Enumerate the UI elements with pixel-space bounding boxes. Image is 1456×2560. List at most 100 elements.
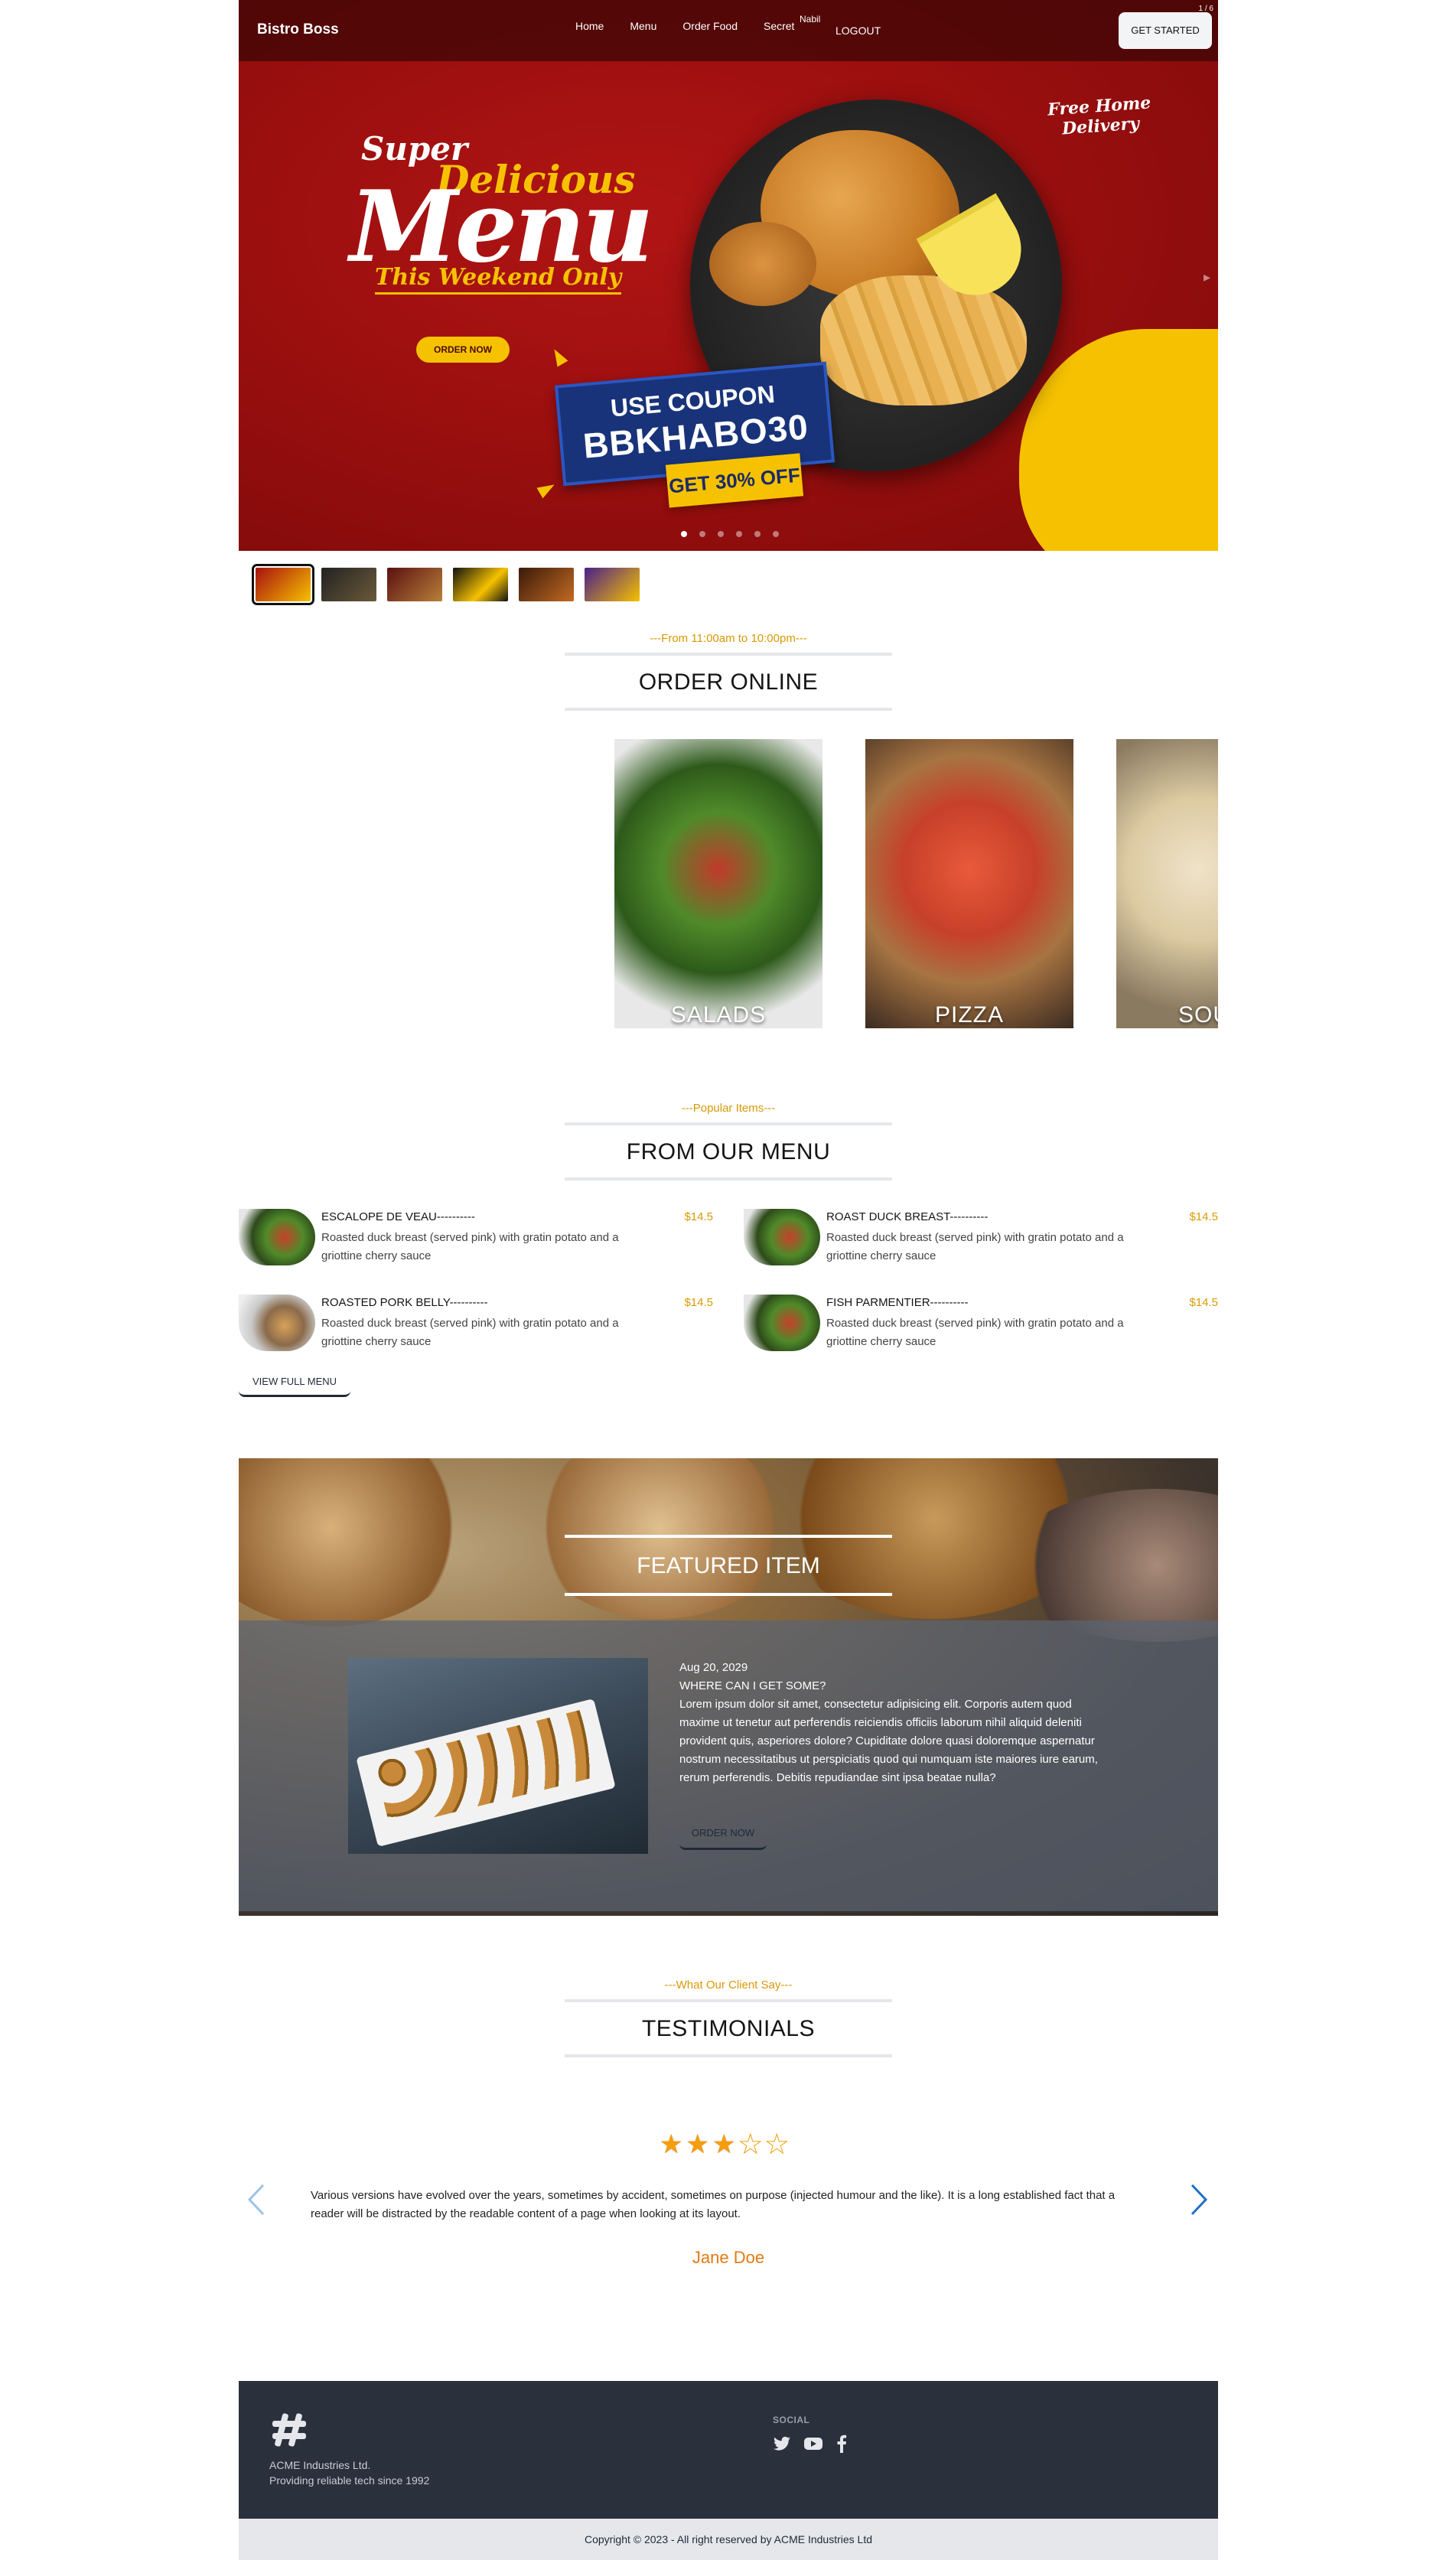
carousel-dot[interactable] (736, 531, 742, 537)
nav-link-secret[interactable]: Secret (764, 20, 794, 32)
youtube-icon[interactable] (803, 2435, 823, 2453)
hero-weekend: This Weekend Only (375, 264, 622, 295)
social-heading: SOCIAL (773, 2415, 810, 2425)
carousel-dots (681, 531, 779, 537)
carousel-dot[interactable] (681, 531, 687, 537)
featured-body: Lorem ipsum dolor sit amet, consectetur … (679, 1698, 1098, 1784)
carousel-dot[interactable] (754, 531, 761, 537)
fried-chicken-image (709, 222, 816, 306)
fries-image (820, 275, 1027, 405)
footer: ACME Industries Ltd. Providing reliable … (239, 2381, 1218, 2519)
category-card-salads[interactable]: SALADS (614, 739, 822, 1028)
chevron-right-icon[interactable] (1187, 2182, 1210, 2217)
menu-item-price: $14.5 (684, 1210, 713, 1223)
hero-order-now-button[interactable]: ORDER NOW (416, 337, 510, 363)
twitter-icon[interactable] (773, 2435, 791, 2453)
featured-item-image (348, 1658, 648, 1854)
section-title: TESTIMONIALS (641, 2016, 816, 2041)
carousel-next-icon[interactable]: ▸ (1204, 269, 1210, 285)
thumbnail[interactable] (519, 568, 574, 601)
get-started-button[interactable]: GET STARTED (1119, 12, 1212, 49)
section-subtitle: ---Popular Items--- (681, 1102, 776, 1115)
testimonial-text: Various versions have evolved over the y… (311, 2189, 1116, 2220)
hero-yellow-wave (1019, 329, 1218, 551)
page: Super Delicious Menu This Weekend Only O… (0, 0, 1456, 2560)
thumbnail[interactable] (585, 568, 640, 601)
menu-item-price: $14.5 (1189, 1210, 1218, 1223)
thumbnail[interactable] (453, 568, 508, 601)
order-online-heading: ---From 11:00am to 10:00pm--- ORDER ONLI… (565, 632, 892, 711)
hero-carousel[interactable]: Super Delicious Menu This Weekend Only O… (239, 0, 1218, 551)
category-card-soups[interactable]: SOUPS (1116, 739, 1218, 1028)
free-delivery-text: Free Home Delivery (1047, 93, 1153, 139)
section-title: ORDER ONLINE (638, 669, 819, 695)
thumbnail[interactable] (252, 564, 314, 605)
category-label: SALADS (670, 1002, 767, 1028)
section-subtitle: ---What Our Client Say--- (664, 1979, 793, 1992)
menu-heading: ---Popular Items--- FROM OUR MENU (565, 1102, 892, 1181)
divider (565, 1593, 892, 1596)
thumbnail[interactable] (321, 568, 376, 601)
brand-logo[interactable]: Bistro Boss (257, 21, 339, 38)
menu-item-image (239, 1209, 315, 1265)
company-tagline: Providing reliable tech since 1992 (269, 2474, 430, 2487)
carousel-dot[interactable] (773, 531, 779, 537)
decor-spark (549, 346, 568, 367)
star-empty-icon: ★ (738, 2130, 763, 2159)
divider (565, 2054, 892, 2057)
divider (565, 708, 892, 711)
copyright: Copyright © 2023 - All right reserved by… (239, 2519, 1218, 2560)
star-filled-icon: ★ (660, 2130, 683, 2159)
menu-item-name: ROASTED PORK BELLY---------- (321, 1296, 488, 1309)
menu-item: ROASTED PORK BELLY---------- Roasted duc… (239, 1295, 713, 1356)
featured-date: Aug 20, 2029 (679, 1661, 748, 1674)
menu-item-name: ESCALOPE DE VEAU---------- (321, 1210, 475, 1223)
menu-item-name: FISH PARMENTIER---------- (826, 1296, 969, 1309)
carousel-dot[interactable] (718, 531, 724, 537)
nav-link-order-food[interactable]: Order Food (682, 20, 738, 32)
social-icons (773, 2435, 848, 2453)
category-card-pizza[interactable]: PIZZA (865, 739, 1073, 1028)
menu-item: FISH PARMENTIER---------- Roasted duck b… (744, 1295, 1218, 1356)
menu-item: ROAST DUCK BREAST---------- Roasted duck… (744, 1209, 1218, 1270)
testimonial-author: Jane Doe (692, 2248, 765, 2267)
featured-background-image (239, 1458, 468, 1627)
carousel-thumbnails (252, 564, 640, 605)
section-title: FROM OUR MENU (626, 1139, 831, 1164)
menu-item-image (744, 1209, 820, 1265)
category-label: PIZZA (934, 1002, 1004, 1028)
view-full-menu-button[interactable]: VIEW FULL MENU (239, 1368, 350, 1397)
menu-item-image (239, 1295, 315, 1351)
section-subtitle: ---From 11:00am to 10:00pm--- (650, 632, 807, 645)
section-title: FEATURED ITEM (637, 1553, 820, 1578)
featured-order-now-button[interactable]: ORDER NOW (679, 1818, 767, 1850)
star-filled-icon: ★ (712, 2130, 736, 2159)
menu-item-description: Roasted duck breast (served pink) with g… (826, 1317, 1124, 1348)
divider (565, 1177, 892, 1181)
logout-button[interactable]: LOGOUT (835, 24, 881, 37)
menu-item: ESCALOPE DE VEAU---------- Roasted duck … (239, 1209, 713, 1270)
menu-item-description: Roasted duck breast (served pink) with g… (321, 1317, 619, 1348)
menu-item-name: ROAST DUCK BREAST---------- (826, 1210, 989, 1223)
star-empty-icon: ★ (764, 2130, 789, 2159)
featured-section: FEATURED ITEM Aug 20, 2029 WHERE CAN I G… (239, 1458, 1218, 1916)
thumbnail[interactable] (387, 568, 442, 601)
carousel-dot[interactable] (699, 531, 705, 537)
menu-item-price: $14.5 (684, 1296, 713, 1309)
facebook-icon[interactable] (835, 2435, 848, 2453)
featured-text: Aug 20, 2029 WHERE CAN I GET SOME? Lorem… (679, 1659, 1108, 1787)
menu-item-description: Roasted duck breast (served pink) with g… (321, 1231, 619, 1262)
testimonials-heading: ---What Our Client Say--- TESTIMONIALS (565, 1979, 892, 2057)
chevron-left-icon[interactable] (245, 2182, 268, 2217)
menu-item-image (744, 1295, 820, 1351)
rating-stars: ★ ★ ★ ★ ★ (660, 2130, 789, 2159)
menu-item-price: $14.5 (1189, 1296, 1218, 1309)
nav-link-menu[interactable]: Menu (630, 20, 656, 32)
user-name: Nabil (800, 14, 821, 24)
category-label: SOUPS (1178, 1002, 1218, 1028)
menu-item-description: Roasted duck breast (served pink) with g… (826, 1231, 1124, 1262)
company-name: ACME Industries Ltd. (269, 2459, 371, 2471)
decor-spark (536, 479, 558, 499)
nav-link-home[interactable]: Home (575, 20, 604, 32)
company-logo-icon (272, 2413, 306, 2447)
